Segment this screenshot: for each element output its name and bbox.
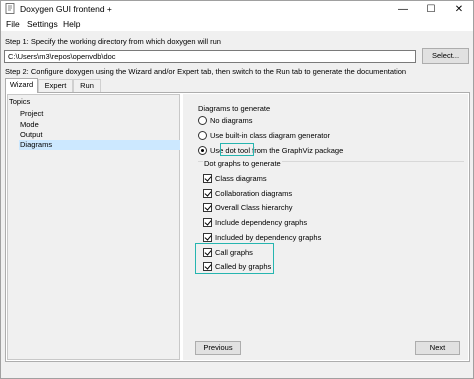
- checkbox-include-dependency-label[interactable]: Include dependency graphs: [215, 218, 307, 227]
- minimize-icon: —: [398, 3, 408, 15]
- checkbox-included-by-dependency[interactable]: [203, 233, 212, 242]
- maximize-icon: ☐: [426, 3, 436, 15]
- select-directory-button[interactable]: Select...: [422, 48, 469, 64]
- tab-wizard[interactable]: Wizard: [5, 78, 38, 93]
- menu-bar: File Settings Help: [1, 17, 473, 31]
- radio-builtin-generator-label[interactable]: Use built-in class diagram generator: [210, 131, 330, 140]
- radio-dot-tool[interactable]: [198, 146, 207, 155]
- checkbox-class-hierarchy[interactable]: [203, 203, 212, 212]
- checkbox-class-diagrams-label[interactable]: Class diagrams: [215, 174, 267, 183]
- radio-no-diagrams[interactable]: [198, 116, 207, 125]
- menu-file[interactable]: File: [6, 19, 20, 29]
- maximize-button[interactable]: ☐: [417, 1, 445, 17]
- menu-help[interactable]: Help: [63, 19, 80, 29]
- topic-project[interactable]: Project: [20, 109, 43, 118]
- close-icon: ✕: [454, 3, 464, 15]
- window-title: Doxygen GUI frontend +: [20, 4, 112, 14]
- radio-builtin-generator[interactable]: [198, 131, 207, 140]
- radio-no-diagrams-label[interactable]: No diagrams: [210, 116, 253, 125]
- menu-settings[interactable]: Settings: [27, 19, 58, 29]
- previous-button[interactable]: Previous: [195, 341, 241, 355]
- checkbox-included-by-dependency-label[interactable]: Included by dependency graphs: [215, 233, 321, 242]
- topic-output[interactable]: Output: [20, 130, 43, 139]
- tab-run[interactable]: Run: [73, 79, 101, 92]
- call-graphs-highlight-box: [195, 243, 274, 274]
- checkbox-collaboration-diagrams-label[interactable]: Collaboration diagrams: [215, 189, 292, 198]
- minimize-button[interactable]: —: [389, 1, 417, 17]
- next-button[interactable]: Next: [415, 341, 460, 355]
- step2-label: Step 2: Configure doxygen using the Wiza…: [5, 67, 407, 76]
- checkbox-collaboration-diagrams[interactable]: [203, 189, 212, 198]
- topic-diagrams[interactable]: Diagrams: [19, 140, 180, 150]
- topic-mode[interactable]: Mode: [20, 120, 39, 129]
- close-button[interactable]: ✕: [445, 1, 473, 17]
- diagrams-heading: Diagrams to generate: [198, 104, 271, 113]
- checkbox-class-hierarchy-label[interactable]: Overall Class hierarchy: [215, 203, 293, 212]
- dot-label-suffix: from the GraphViz package: [250, 146, 344, 155]
- topics-heading: Topics: [9, 97, 31, 106]
- dot-tool-highlight-box: [220, 143, 254, 156]
- checkbox-include-dependency[interactable]: [203, 218, 212, 227]
- doxygen-app-icon: [5, 3, 15, 14]
- working-directory-input[interactable]: [4, 50, 416, 63]
- step1-label: Step 1: Specify the working directory fr…: [5, 37, 221, 46]
- checkbox-class-diagrams[interactable]: [203, 174, 212, 183]
- title-bar[interactable]: Doxygen GUI frontend + — ☐ ✕: [1, 1, 473, 17]
- dot-graphs-heading: Dot graphs to generate: [203, 159, 282, 168]
- tab-expert[interactable]: Expert: [38, 79, 73, 92]
